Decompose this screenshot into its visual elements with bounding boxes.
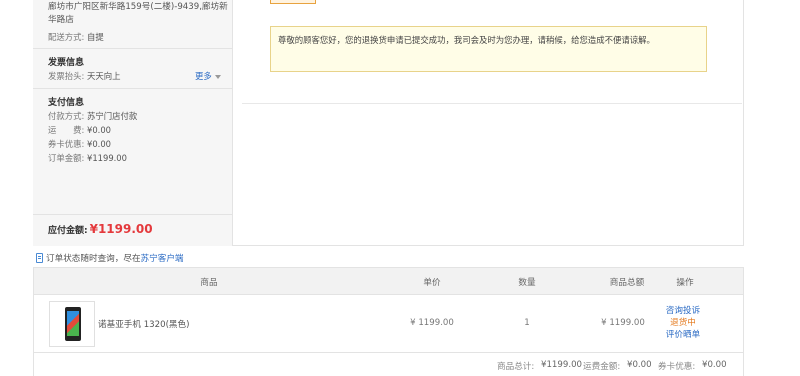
quantity: 1 <box>524 318 530 328</box>
summary-coupon-value: ¥0.00 <box>702 360 727 370</box>
amount-due: 应付金额: ¥1199.00 <box>48 222 153 236</box>
chevron-down-icon <box>214 74 221 79</box>
return-notice-text: 尊敬的顾客您好，您的退换货申请已提交成功，我司会及时为您办理，请稍候，给您造成不… <box>278 35 655 45</box>
unit-price: ¥ 1199.00 <box>410 318 454 328</box>
order-query-prefix: 订单状态随时查询，尽在 <box>46 254 141 264</box>
payment-freight-value: ¥0.00 <box>87 125 111 135</box>
payment-freight-label: 运 费: <box>48 125 85 135</box>
shipping-method: 配送方式: 自提 <box>48 31 104 43</box>
invoice-section-title: 发票信息 <box>48 58 85 68</box>
column-header-total: 商品总额 <box>609 278 645 288</box>
payment-freight: 运 费: ¥0.00 <box>48 124 111 136</box>
payment-method-label: 付款方式: <box>48 111 85 121</box>
table-header: 商品 单价 数量 商品总额 操作 <box>34 268 743 295</box>
column-header-action: 操作 <box>676 278 694 288</box>
mobile-phone-icon <box>36 253 43 263</box>
column-header-quantity: 数量 <box>518 278 536 288</box>
summary-freight-label: 运费金额: <box>583 362 621 372</box>
payment-coupon-value: ¥0.00 <box>87 139 111 149</box>
shipping-method-label: 配送方式: <box>48 32 85 42</box>
summary-freight-value: ¥0.00 <box>627 360 652 370</box>
table-row: 诺基亚手机 1320(黑色) ¥ 1199.00 1 ¥ 1199.00 咨询投… <box>34 296 743 353</box>
divider <box>242 103 742 104</box>
invoice-more-label: 更多 <box>195 71 212 81</box>
divider <box>33 88 233 89</box>
column-header-product: 商品 <box>200 278 218 288</box>
status-step-marker <box>270 0 316 4</box>
order-items-table: 商品 单价 数量 商品总额 操作 诺基亚手机 1320(黑色) ¥ 1199.0… <box>33 267 744 376</box>
summary-coupon-label: 券卡优惠: <box>658 362 696 372</box>
column-header-unit-price: 单价 <box>423 278 441 288</box>
payment-section-title: 支付信息 <box>48 98 85 108</box>
invoice-header-value: 天天向上 <box>87 71 121 81</box>
payment-coupon-label: 券卡优惠: <box>48 139 85 149</box>
suning-client-link[interactable]: 苏宁客户端 <box>141 254 184 264</box>
payment-order-amount: 订单金额: ¥1199.00 <box>48 152 127 164</box>
product-thumbnail[interactable] <box>49 301 95 347</box>
status-badge: 退货中 <box>670 318 696 328</box>
consult-complain-link[interactable]: 咨询投诉 <box>658 305 708 317</box>
goods-total-label: 商品总计: <box>497 362 535 372</box>
payment-method-value: 苏宁门店付款 <box>87 111 138 121</box>
divider <box>33 214 233 215</box>
invoice-more-link[interactable]: 更多 <box>195 70 221 82</box>
amount-due-label: 应付金额: <box>48 226 88 236</box>
review-link[interactable]: 评价晒单 <box>658 329 708 341</box>
payment-coupon: 券卡优惠: ¥0.00 <box>48 138 111 150</box>
goods-total-value: ¥1199.00 <box>541 360 583 370</box>
shipping-method-value: 自提 <box>87 32 104 42</box>
payment-order-amount-value: ¥1199.00 <box>87 153 127 163</box>
item-total: ¥ 1199.00 <box>601 318 645 328</box>
order-info-sidebar: 廊坊市广阳区新华路159号(二楼)-9439,廊坊新华路店 配送方式: 自提 发… <box>33 0 233 246</box>
order-query-hint: 订单状态随时查询，尽在苏宁客户端 <box>36 252 184 264</box>
payment-order-amount-label: 订单金额: <box>48 153 85 163</box>
return-notice-box: 尊敬的顾客您好，您的退换货申请已提交成功，我司会及时为您办理，请稍候，给您造成不… <box>270 26 707 72</box>
row-actions: 咨询投诉 退货中 评价晒单 <box>658 305 708 341</box>
product-name[interactable]: 诺基亚手机 1320(黑色) <box>98 318 189 330</box>
order-summary: 商品总计: ¥1199.00 运费金额: ¥0.00 券卡优惠: ¥0.00 <box>34 354 743 376</box>
invoice-header-label: 发票抬头: <box>48 71 85 81</box>
payment-method: 付款方式: 苏宁门店付款 <box>48 110 137 122</box>
divider <box>33 48 233 49</box>
amount-due-value: ¥1199.00 <box>89 222 153 236</box>
shipping-address: 廊坊市广阳区新华路159号(二楼)-9439,廊坊新华路店 <box>48 2 228 25</box>
phone-product-image <box>65 307 81 341</box>
invoice-header: 发票抬头: 天天向上 <box>48 70 121 82</box>
